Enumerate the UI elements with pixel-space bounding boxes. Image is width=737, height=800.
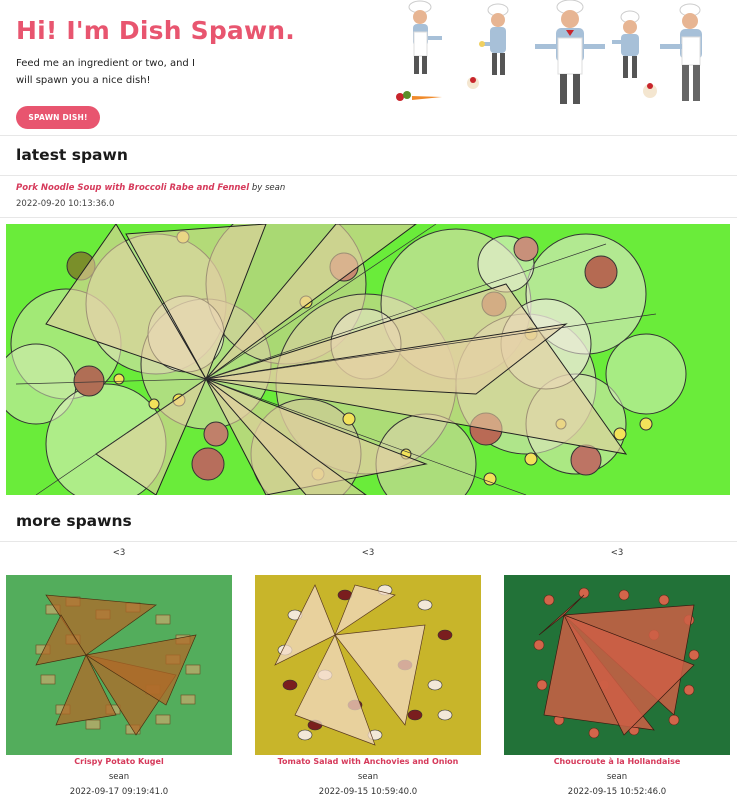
- vegetables-icon: [396, 77, 657, 101]
- divider: [0, 135, 737, 136]
- chef-figure: [408, 0, 442, 74]
- divider: [0, 175, 737, 176]
- latest-dish-link[interactable]: Pork Noodle Soup with Broccoli Rabe and …: [16, 183, 249, 193]
- spawn-card-date: 2022-09-15 10:59:40.0: [318, 787, 418, 797]
- divider: [0, 541, 737, 542]
- spawn-card-author: sean: [357, 772, 379, 782]
- spawn-card-author: sean: [108, 772, 130, 782]
- spawn-card: <3 Crispy Potato Kugel sean 2022-09-17 0…: [6, 548, 232, 797]
- latest-dish-artwork: [6, 224, 730, 495]
- latest-spawn-heading: latest spawn: [16, 146, 128, 164]
- heart-button[interactable]: <3: [504, 548, 730, 562]
- spawn-card-image[interactable]: [504, 575, 730, 755]
- spawn-card-image[interactable]: [255, 575, 481, 755]
- hero-section: Hi! I'm Dish Spawn. Feed me an ingredien…: [0, 0, 737, 136]
- chef-illustration: [396, 0, 702, 104]
- latest-date: 2022-09-20 10:13:36.0: [16, 199, 115, 209]
- heart-button[interactable]: <3: [255, 548, 481, 562]
- spawn-card-author: sean: [606, 772, 628, 782]
- spawn-card-title[interactable]: Choucroute à la Hollandaise: [504, 757, 730, 766]
- spawn-card: <3 Tomato Salad with Anchovies and Onion…: [255, 548, 481, 797]
- spawn-card-title[interactable]: Crispy Potato Kugel: [6, 757, 232, 766]
- spawn-card-title[interactable]: Tomato Salad with Anchovies and Onion: [255, 757, 481, 766]
- spawn-card-date: 2022-09-15 10:52:46.0: [567, 787, 667, 797]
- divider: [0, 217, 737, 218]
- heart-button[interactable]: <3: [6, 548, 232, 562]
- spawn-dish-button[interactable]: SPAWN DISH!: [16, 106, 100, 129]
- chef-figure: [535, 0, 605, 104]
- more-spawns-heading: more spawns: [16, 512, 132, 530]
- latest-spawn-meta: Pork Noodle Soup with Broccoli Rabe and …: [16, 183, 285, 193]
- page-title: Hi! I'm Dish Spawn.: [16, 16, 295, 45]
- chef-figure: [479, 3, 509, 75]
- hero-subtitle: Feed me an ingredient or two, and I will…: [16, 58, 195, 86]
- dish-artwork: [6, 575, 232, 755]
- spawn-card-image[interactable]: [6, 575, 232, 755]
- chef-figure: [612, 10, 640, 78]
- chef-figure: [660, 3, 702, 101]
- dish-artwork: [255, 575, 481, 755]
- latest-spawn-image[interactable]: [6, 224, 730, 495]
- latest-author: by sean: [249, 183, 286, 193]
- spawn-card: <3 Choucroute à la Hollandaise sean 2022…: [504, 548, 730, 797]
- spawn-card-date: 2022-09-17 09:19:41.0: [69, 787, 169, 797]
- dish-artwork: [504, 575, 730, 755]
